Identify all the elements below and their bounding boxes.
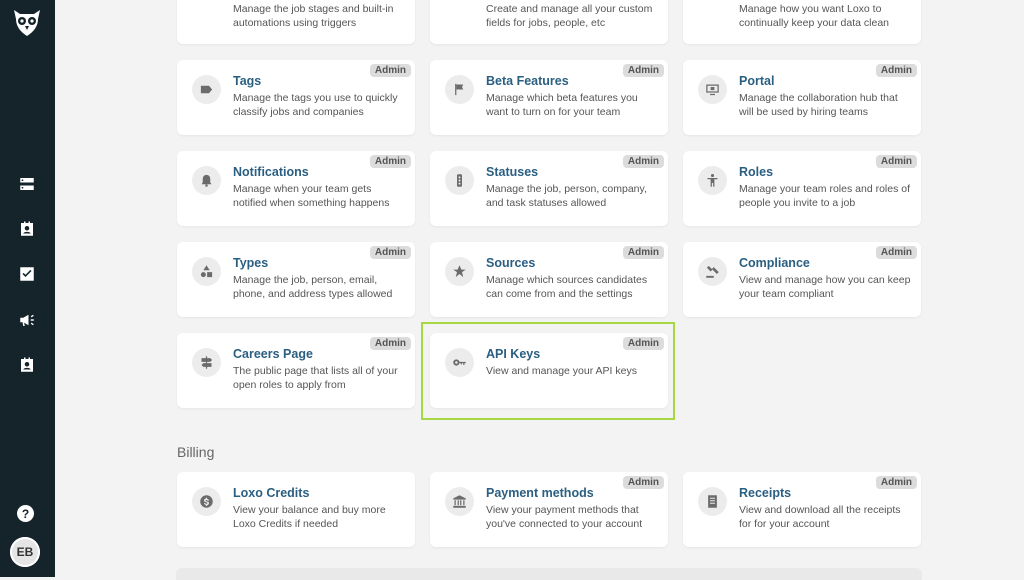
avatar[interactable]: EB bbox=[10, 537, 40, 567]
card-title: Portal bbox=[739, 74, 775, 88]
storage-icon bbox=[20, 178, 34, 190]
shapes-icon bbox=[192, 257, 221, 286]
card-description: Create and manage all your custom fields… bbox=[486, 3, 653, 29]
sidebar-item-tasks[interactable] bbox=[14, 261, 40, 287]
admin-badge: Admin bbox=[622, 155, 664, 168]
card-title: Sources bbox=[486, 256, 536, 270]
admin-badge: Admin bbox=[369, 155, 411, 168]
card-title: Careers Page bbox=[233, 347, 313, 361]
next-section-edge bbox=[176, 568, 922, 580]
checkbox-icon bbox=[20, 267, 34, 281]
admin-badge: Admin bbox=[622, 246, 664, 259]
dollar-icon bbox=[192, 487, 221, 516]
settings-card-data-cleanup[interactable]: Manage how you want Loxo to continually … bbox=[683, 0, 921, 44]
help-button[interactable]: ? bbox=[17, 505, 34, 522]
card-description: Manage your team roles and roles of peop… bbox=[739, 183, 911, 209]
admin-badge: Admin bbox=[875, 155, 917, 168]
settings-card-receipts[interactable]: Admin Receipts View and download all the… bbox=[683, 472, 921, 547]
card-title: Roles bbox=[739, 165, 774, 179]
card-title: Payment methods bbox=[486, 486, 594, 500]
card-description: View and manage your API keys bbox=[486, 365, 637, 377]
card-description: The public page that lists all of your o… bbox=[233, 365, 398, 391]
contact-card-icon bbox=[21, 221, 33, 236]
settings-card-payment-methods[interactable]: Admin Payment methods View your payment … bbox=[430, 472, 668, 547]
settings-card-portal[interactable]: Admin Portal Manage the collaboration hu… bbox=[683, 60, 921, 135]
card-description: Manage the tags you use to quickly class… bbox=[233, 92, 398, 118]
portal-icon bbox=[698, 75, 727, 104]
sidebar-item-contacts[interactable] bbox=[14, 216, 40, 242]
card-description: Manage which sources candidates can come… bbox=[486, 274, 648, 300]
admin-badge: Admin bbox=[875, 246, 917, 259]
admin-badge: Admin bbox=[369, 337, 411, 350]
settings-card-notifications[interactable]: Admin Notifications Manage when your tea… bbox=[177, 151, 415, 226]
settings-card-types[interactable]: Admin Types Manage the job, person, emai… bbox=[177, 242, 415, 317]
card-description: Manage the job, person, email, phone, an… bbox=[233, 274, 393, 300]
admin-badge: Admin bbox=[875, 476, 917, 489]
person-icon bbox=[698, 166, 727, 195]
card-title: Tags bbox=[233, 74, 262, 88]
settings-card-api-keys[interactable]: Admin API Keys View and manage your API … bbox=[430, 333, 668, 408]
settings-card-sources[interactable]: Admin Sources Manage which sources candi… bbox=[430, 242, 668, 317]
card-title: Receipts bbox=[739, 486, 792, 500]
card-description: Manage how you want Loxo to continually … bbox=[739, 3, 890, 29]
section-title-billing: Billing bbox=[177, 444, 215, 460]
bank-icon bbox=[445, 487, 474, 516]
card-description: Manage when your team gets notified when… bbox=[233, 183, 390, 209]
card-description: Manage which beta features you want to t… bbox=[486, 92, 638, 118]
card-title: Statuses bbox=[486, 165, 539, 179]
flag-icon bbox=[445, 75, 474, 104]
sidebar-item-storage[interactable] bbox=[14, 171, 40, 197]
card-title: Loxo Credits bbox=[233, 486, 310, 500]
admin-badge: Admin bbox=[875, 64, 917, 77]
card-description: Manage the job, person, company, and tas… bbox=[486, 183, 647, 209]
traffic-light-icon bbox=[445, 166, 474, 195]
card-description: View and download all the receipts for f… bbox=[739, 504, 901, 530]
card-title: Beta Features bbox=[486, 74, 569, 88]
card-description: View your balance and buy more Loxo Cred… bbox=[233, 504, 386, 530]
settings-card-careers-page[interactable]: Admin Careers Page The public page that … bbox=[177, 333, 415, 408]
admin-badge: Admin bbox=[622, 64, 664, 77]
signpost-icon bbox=[192, 348, 221, 377]
admin-badge: Admin bbox=[622, 337, 664, 350]
settings-card-stages[interactable]: Manage the job stages and built-in autom… bbox=[177, 0, 415, 44]
sidebar-item-campaigns[interactable] bbox=[14, 307, 40, 333]
owl-logo[interactable] bbox=[11, 7, 43, 39]
receipt-icon bbox=[698, 487, 727, 516]
settings-card-loxo-credits[interactable]: Loxo Credits View your balance and buy m… bbox=[177, 472, 415, 547]
admin-badge: Admin bbox=[369, 64, 411, 77]
admin-badge: Admin bbox=[622, 476, 664, 489]
card-title: Compliance bbox=[739, 256, 810, 270]
settings-card-roles[interactable]: Admin Roles Manage your team roles and r… bbox=[683, 151, 921, 226]
settings-card-compliance[interactable]: Admin Compliance View and manage how you… bbox=[683, 242, 921, 317]
card-title: Types bbox=[233, 256, 269, 270]
sidebar-item-assignments[interactable] bbox=[14, 352, 40, 378]
card-description: Manage the job stages and built-in autom… bbox=[233, 3, 394, 29]
star-icon bbox=[445, 257, 474, 286]
card-description: View your payment methods that you've co… bbox=[486, 504, 643, 530]
settings-card-statuses[interactable]: Admin Statuses Manage the job, person, c… bbox=[430, 151, 668, 226]
card-title: API Keys bbox=[486, 347, 541, 361]
sidebar: ? EB bbox=[0, 0, 55, 577]
settings-card-beta-features[interactable]: Admin Beta Features Manage which beta fe… bbox=[430, 60, 668, 135]
card-description: View and manage how you can keep your te… bbox=[739, 274, 911, 300]
settings-card-tags[interactable]: Admin Tags Manage the tags you use to qu… bbox=[177, 60, 415, 135]
card-title: Notifications bbox=[233, 165, 309, 179]
tag-icon bbox=[192, 75, 221, 104]
bell-icon bbox=[192, 166, 221, 195]
key-icon bbox=[445, 348, 474, 377]
card-description: Manage the collaboration hub that will b… bbox=[739, 92, 898, 118]
settings-card-custom-fields[interactable]: Create and manage all your custom fields… bbox=[430, 0, 668, 44]
assignment-icon bbox=[21, 357, 33, 372]
admin-badge: Admin bbox=[369, 246, 411, 259]
gavel-icon bbox=[698, 257, 727, 286]
megaphone-icon bbox=[20, 314, 34, 326]
